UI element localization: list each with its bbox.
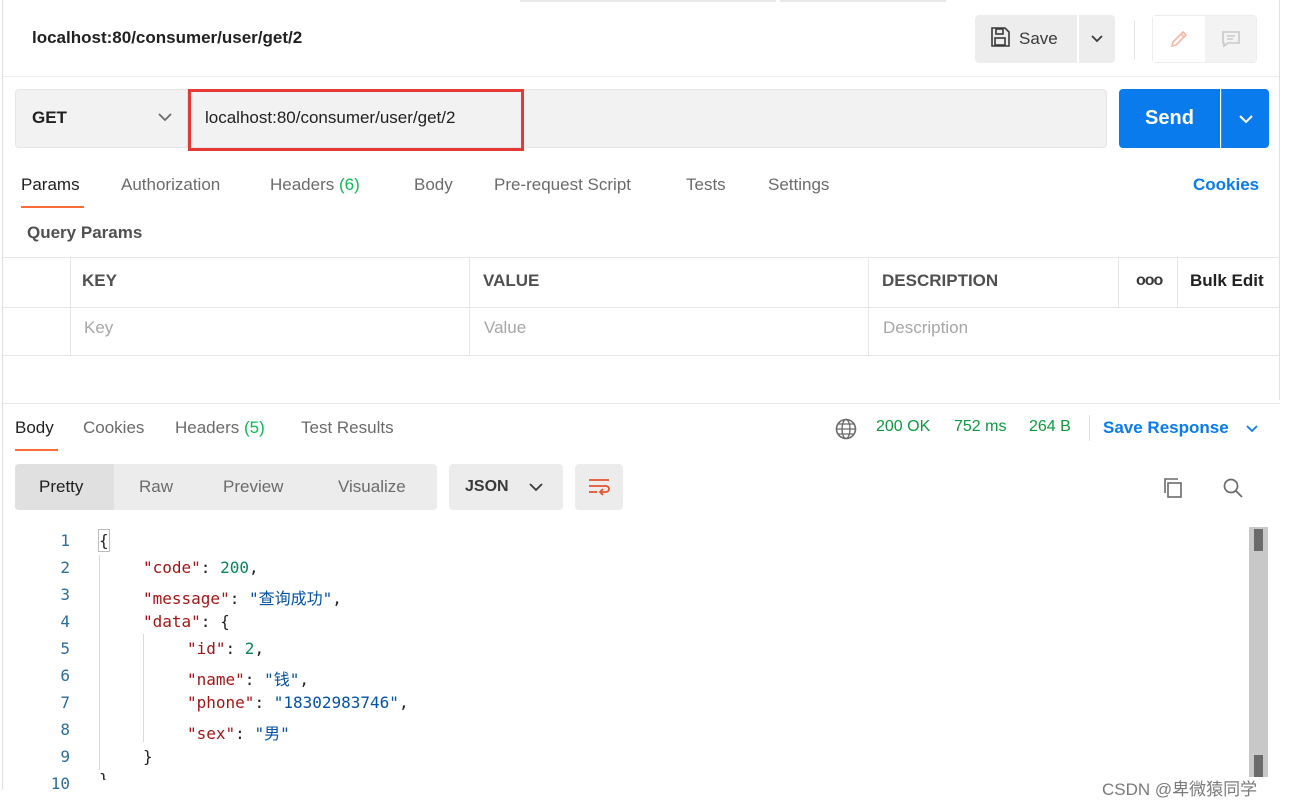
- param-description-input[interactable]: Description: [883, 318, 968, 338]
- tab-body[interactable]: Body: [414, 175, 453, 195]
- active-tab-indicator: [21, 206, 84, 208]
- save-icon: [989, 26, 1011, 53]
- tab-headers[interactable]: Headers (6): [270, 175, 360, 195]
- code-line[interactable]: }: [143, 747, 153, 766]
- line-number: 5: [60, 639, 70, 658]
- chevron-down-icon[interactable]: [157, 110, 173, 128]
- copy-icon[interactable]: [1161, 476, 1185, 505]
- response-tab-test-results[interactable]: Test Results: [301, 418, 394, 438]
- line-number: 4: [60, 612, 70, 631]
- comments-button[interactable]: [1205, 16, 1256, 62]
- tab-settings[interactable]: Settings: [768, 175, 829, 195]
- chevron-down-icon: [1238, 114, 1253, 123]
- line-number: 3: [60, 585, 70, 604]
- bottom-edge: [0, 792, 1289, 804]
- wrap-lines-icon: [589, 479, 610, 496]
- query-params-title: Query Params: [27, 223, 143, 242]
- response-time: 752 ms: [954, 418, 1007, 435]
- more-options-icon[interactable]: ooo: [1136, 272, 1163, 290]
- code-line[interactable]: "phone": "18302983746",: [187, 693, 409, 712]
- table-col-divider: [469, 258, 470, 356]
- param-value-input[interactable]: Value: [484, 318, 526, 338]
- line-number: 7: [60, 693, 70, 712]
- response-size: 264 B: [1029, 418, 1071, 435]
- save-button[interactable]: Save: [975, 15, 1077, 63]
- method-select[interactable]: GET: [32, 108, 67, 128]
- save-label: Save: [1019, 29, 1058, 48]
- line-number: 8: [60, 720, 70, 739]
- chevron-down-icon: [528, 480, 544, 498]
- send-button[interactable]: Send: [1119, 89, 1220, 148]
- save-options-button[interactable]: [1079, 15, 1115, 63]
- line-number: 2: [60, 558, 70, 577]
- table-col-divider: [1177, 258, 1178, 307]
- code-line[interactable]: "name": "钱",: [187, 666, 309, 690]
- tab-params[interactable]: Params: [21, 175, 80, 195]
- comment-icon: [1221, 31, 1240, 48]
- edit-toolbar: [1152, 15, 1257, 63]
- code-line[interactable]: "sex": "男": [187, 720, 290, 744]
- send-options-button[interactable]: [1221, 89, 1269, 148]
- format-tab-visualize[interactable]: Visualize: [338, 477, 406, 497]
- code-line[interactable]: "data": {: [143, 612, 230, 631]
- param-key-input[interactable]: Key: [84, 318, 113, 338]
- code-line[interactable]: "code": 200,: [143, 558, 259, 577]
- header-divider: [3, 76, 1279, 77]
- active-tab-indicator: [15, 449, 58, 451]
- chevron-down-icon: [1091, 35, 1103, 43]
- table-col-divider: [1118, 258, 1119, 307]
- code-line[interactable]: "id": 2,: [187, 639, 264, 658]
- wrap-lines-button[interactable]: [575, 464, 623, 510]
- pencil-icon: [1170, 30, 1188, 48]
- response-divider[interactable]: [3, 403, 1280, 404]
- status-divider: [1089, 415, 1090, 441]
- table-row-divider: [3, 307, 1280, 308]
- format-tab-pretty[interactable]: Pretty: [39, 477, 83, 497]
- line-number: 10: [50, 774, 70, 793]
- frame-border-left: [2, 0, 3, 790]
- globe-icon[interactable]: [834, 417, 858, 446]
- code-scrollbar[interactable]: [1249, 527, 1268, 777]
- column-header-description: DESCRIPTION: [882, 271, 999, 290]
- tab-tests[interactable]: Tests: [686, 175, 726, 195]
- window-tab-edge: [520, 0, 776, 2]
- params-table: [3, 257, 1280, 356]
- column-header-value: VALUE: [483, 271, 540, 290]
- response-tab-body[interactable]: Body: [15, 418, 54, 438]
- line-number: 1: [60, 531, 70, 550]
- watermark: CSDN @卑微猿同学: [1102, 780, 1258, 799]
- response-tab-cookies[interactable]: Cookies: [83, 418, 144, 438]
- cookies-link[interactable]: Cookies: [1193, 175, 1259, 195]
- window-tab-edge: [780, 0, 946, 2]
- code-line[interactable]: {: [99, 531, 109, 550]
- code-line[interactable]: "message": "查询成功",: [143, 585, 342, 609]
- format-tab-preview[interactable]: Preview: [223, 477, 283, 497]
- line-number: 9: [60, 747, 70, 766]
- scrollbar-up-handle[interactable]: [1254, 529, 1263, 551]
- bulk-edit-button[interactable]: Bulk Edit: [1190, 271, 1264, 291]
- language-label: JSON: [465, 478, 509, 495]
- table-col-divider: [868, 258, 869, 356]
- line-number: 6: [60, 666, 70, 685]
- chevron-down-icon[interactable]: [1245, 421, 1259, 439]
- request-title[interactable]: localhost:80/consumer/user/get/2: [32, 28, 302, 48]
- format-tab-raw[interactable]: Raw: [139, 477, 173, 497]
- tab-authorization[interactable]: Authorization: [121, 175, 220, 195]
- save-response-button[interactable]: Save Response: [1103, 418, 1229, 438]
- scrollbar-down-handle[interactable]: [1254, 755, 1263, 777]
- indent-guide: [99, 555, 100, 770]
- table-col-divider: [70, 258, 71, 356]
- url-highlight-box: [188, 89, 524, 151]
- response-tab-headers[interactable]: Headers (5): [175, 418, 265, 438]
- edit-button[interactable]: [1153, 16, 1205, 62]
- indent-guide: [143, 634, 144, 742]
- tab-pre-request-script[interactable]: Pre-request Script: [494, 175, 631, 195]
- request-bar: [15, 89, 1107, 148]
- search-icon[interactable]: [1221, 476, 1245, 505]
- status-code: 200 OK: [876, 418, 931, 435]
- header-divider: [1134, 20, 1135, 60]
- code-line[interactable]: }: [99, 770, 109, 780]
- column-header-key: KEY: [82, 271, 117, 290]
